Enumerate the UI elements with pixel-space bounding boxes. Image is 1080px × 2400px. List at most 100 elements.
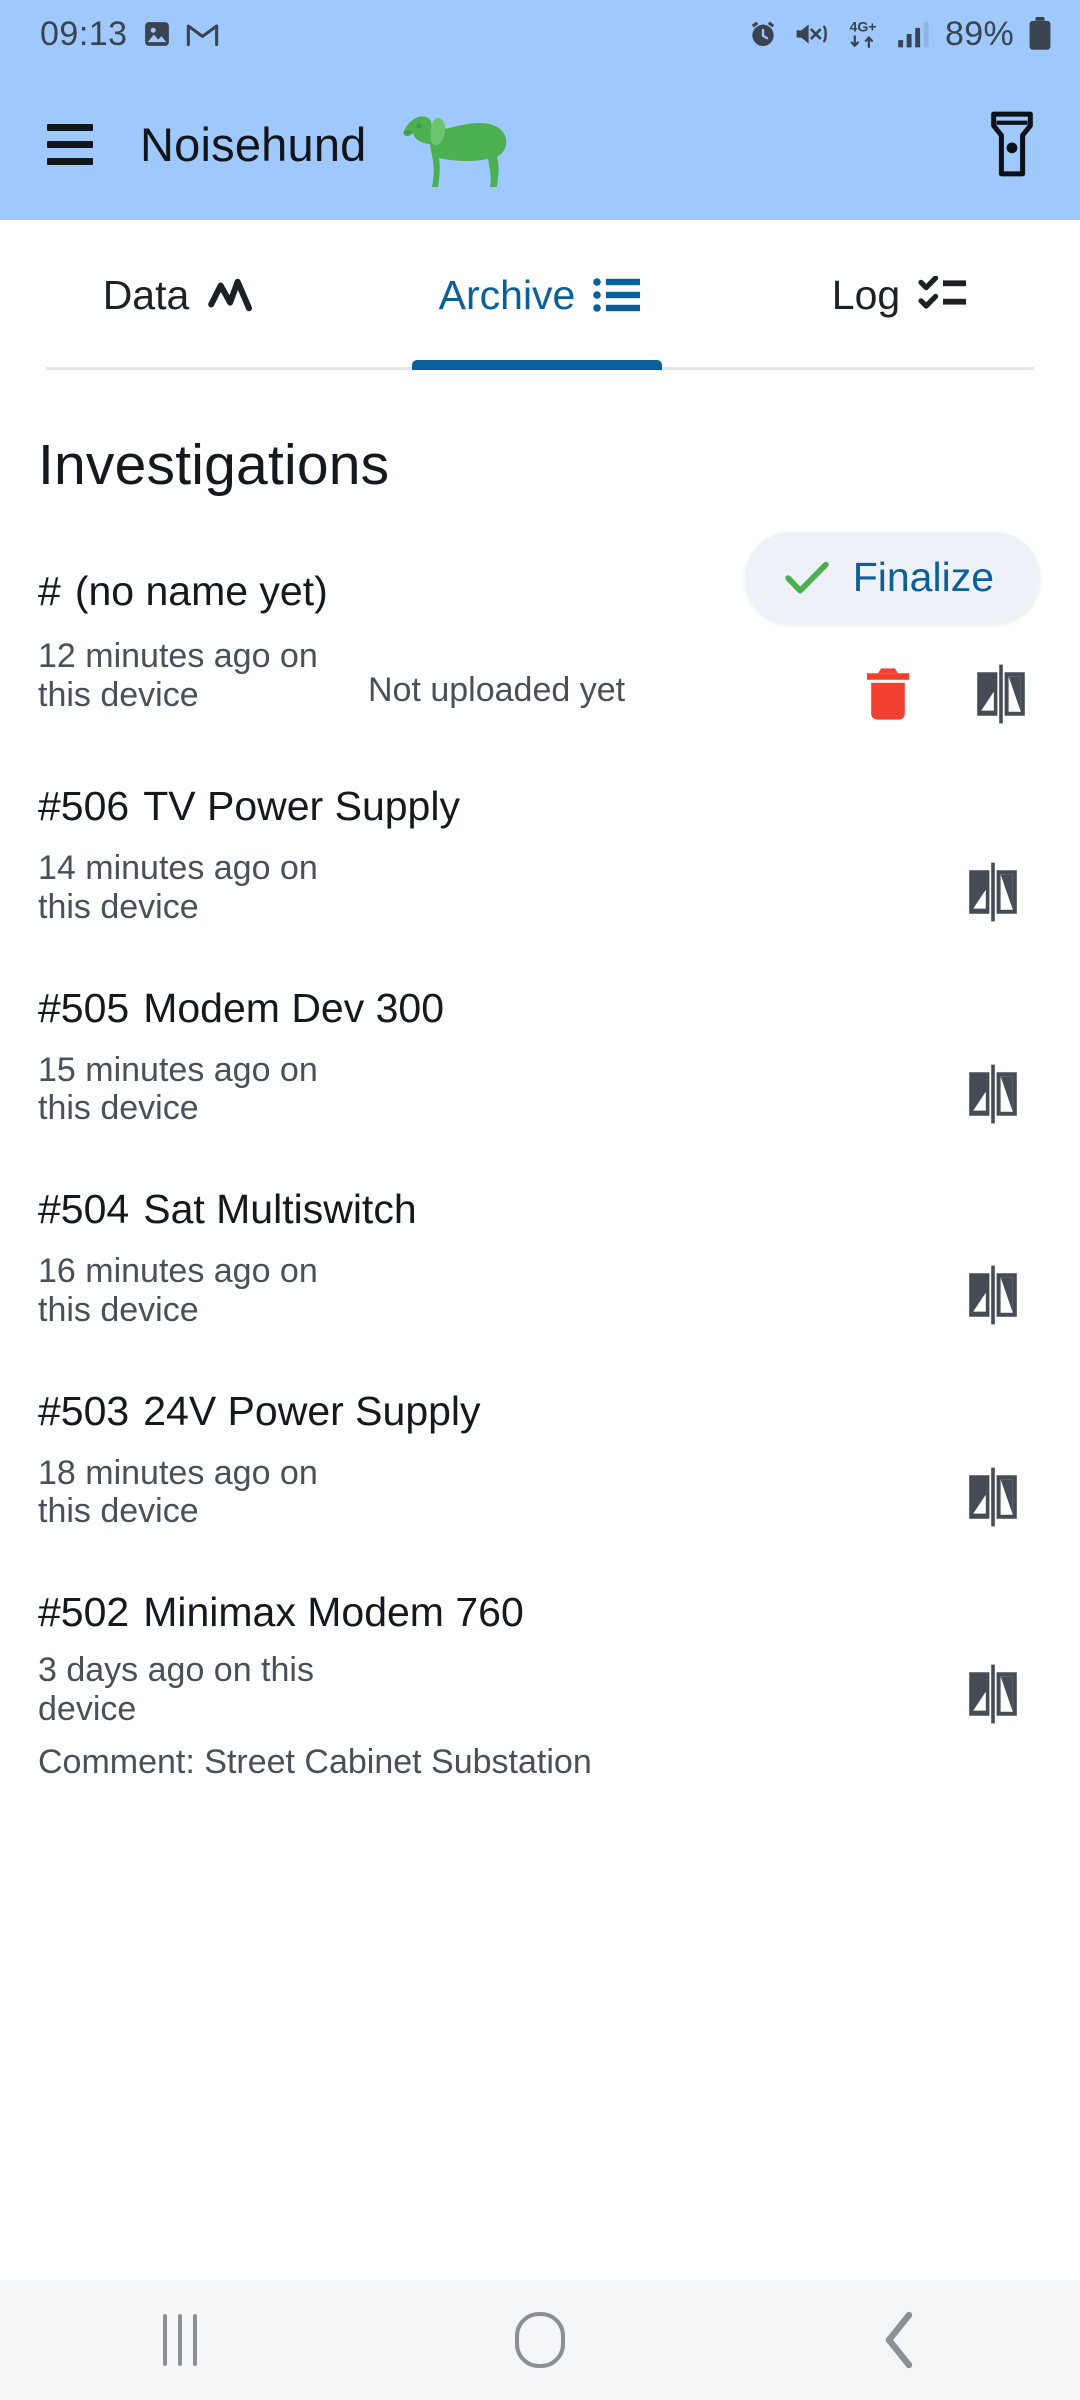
investigation-actions (966, 1651, 1042, 1725)
compare-button[interactable] (966, 1063, 1020, 1125)
investigation-time: 3 days ago on this device (38, 1651, 314, 1728)
investigation-time: 12 minutes ago on this device (38, 637, 318, 714)
compare-button[interactable] (966, 1264, 1020, 1326)
investigation-body: 16 minutes ago on this device (38, 1252, 1042, 1330)
compare-icon (969, 1064, 1017, 1123)
investigation-header: #506 TV Power Supply (38, 769, 1042, 835)
tab-archive[interactable]: Archive (360, 220, 720, 370)
photos-icon (144, 22, 169, 46)
compare-icon (977, 664, 1025, 724)
investigation-name: TV Power Supply (143, 783, 460, 829)
investigation-comment: Comment: Street Cabinet Substation (38, 1742, 592, 1781)
investigation-body: 12 minutes ago on this device Not upload… (38, 637, 1042, 725)
tab-bar: Data Archive Log (0, 220, 1080, 370)
investigation-header: #503 24V Power Supply (38, 1374, 1042, 1440)
investigation-body: 18 minutes ago on this device (38, 1454, 1042, 1532)
dachshund-logo (397, 101, 527, 187)
tab-data[interactable]: Data (0, 220, 360, 370)
investigation-actions (966, 1051, 1042, 1125)
status-bar: 09:13 4G+ 89% (0, 0, 1080, 68)
delete-button[interactable] (864, 666, 912, 722)
investigation-number: # (38, 568, 61, 614)
investigation-body: 3 days ago on this device (38, 1651, 1042, 1729)
flashlight-icon[interactable] (974, 106, 1050, 182)
investigation-name: (no name yet) (74, 568, 328, 614)
hamburger-menu-icon[interactable] (32, 106, 108, 182)
nav-back-button[interactable] (720, 2280, 1080, 2400)
phone-screen: 09:13 4G+ 89% Noisehund Data Archive Log… (0, 0, 1080, 2400)
compare-icon (969, 1467, 1017, 1526)
investigation-row[interactable]: #504 Sat Multiswitch 16 minutes ago on th… (38, 1128, 1042, 1330)
archive-content: Investigations # (no name yet) Finalize 1… (0, 370, 1080, 2280)
tab-log[interactable]: Log (720, 220, 1080, 370)
app-bar: Noisehund (0, 68, 1080, 220)
tab-active-indicator (412, 360, 662, 370)
investigation-name: Sat Multiswitch (143, 1186, 417, 1232)
investigation-number: #504 (38, 1186, 130, 1232)
investigation-time: 14 minutes ago on this device (38, 849, 318, 926)
recents-line (178, 2314, 182, 2366)
finalize-label: Finalize (852, 554, 994, 600)
gmail-icon (186, 24, 218, 47)
investigation-meta: 3 days ago on this device (38, 1651, 368, 1729)
home-icon (515, 2312, 565, 2368)
app-title: Noisehund (140, 117, 367, 171)
investigation-name: Minimax Modem 760 (143, 1589, 524, 1635)
investigation-header: # (no name yet) Finalize (38, 532, 1042, 623)
checklist-icon (918, 276, 967, 309)
investigation-title: #502 Minimax Modem 760 (38, 1575, 524, 1636)
investigation-name: Modem Dev 300 (143, 984, 445, 1031)
tab-archive-label: Archive (438, 271, 576, 318)
compare-button[interactable] (974, 663, 1028, 725)
investigation-body: 14 minutes ago on this device (38, 849, 1042, 927)
status-bar-left: 09:13 (40, 15, 219, 54)
investigation-meta: 15 minutes ago on this device (38, 1051, 368, 1129)
compare-icon (969, 1265, 1017, 1325)
investigation-number: #505 (38, 984, 130, 1031)
hamburger-line (47, 140, 93, 148)
mute-vibrate-icon (796, 24, 827, 44)
page-title: Investigations (38, 433, 390, 497)
line-chart-icon (208, 278, 253, 312)
investigation-meta: 12 minutes ago on this device (38, 637, 368, 715)
trash-icon (867, 668, 909, 720)
nav-home-button[interactable] (360, 2280, 720, 2400)
investigation-body: 15 minutes ago on this device (38, 1051, 1042, 1129)
investigation-time: 15 minutes ago on this device (38, 1050, 318, 1128)
nav-recents-button[interactable] (0, 2280, 360, 2400)
investigation-number: #503 (38, 1387, 130, 1434)
finalize-button[interactable]: Finalize (744, 532, 1040, 623)
hamburger-line (47, 157, 93, 165)
investigation-title: # (no name yet) (38, 554, 328, 615)
investigation-row[interactable]: #505 Modem Dev 300 15 minutes ago on this… (38, 927, 1042, 1129)
back-icon (885, 2311, 913, 2369)
investigation-actions (966, 849, 1042, 923)
recents-icon (163, 2314, 197, 2366)
investigation-meta: 16 minutes ago on this device (38, 1252, 368, 1330)
investigation-meta: 18 minutes ago on this device (38, 1454, 368, 1532)
investigation-title: #506 TV Power Supply (38, 769, 460, 830)
compare-button[interactable] (966, 861, 1020, 923)
battery-icon (1029, 17, 1051, 50)
investigation-row[interactable]: # (no name yet) Finalize 12 minutes ago o… (38, 510, 1042, 725)
investigation-title: #503 24V Power Supply (38, 1374, 481, 1435)
compare-icon (969, 862, 1017, 922)
investigation-meta: 14 minutes ago on this device (38, 849, 368, 927)
investigation-row[interactable]: #502 Minimax Modem 760 3 days ago on this… (38, 1531, 1042, 1782)
svg-text:4G+: 4G+ (850, 19, 877, 35)
list-icon (593, 278, 641, 312)
android-nav-bar (0, 2280, 1080, 2400)
investigation-actions (864, 637, 1042, 725)
compare-icon (969, 1664, 1017, 1724)
investigation-header: #505 Modem Dev 300 (38, 971, 1042, 1037)
compare-button[interactable] (966, 1466, 1020, 1528)
status-clock: 09:13 (40, 14, 128, 53)
tab-data-label: Data (102, 271, 190, 318)
compare-button[interactable] (966, 1663, 1020, 1725)
investigation-header: #502 Minimax Modem 760 (38, 1575, 1042, 1641)
investigation-upload-status: Not uploaded yet (368, 671, 626, 709)
investigation-row[interactable]: #503 24V Power Supply 18 minutes ago on t… (38, 1330, 1042, 1532)
investigation-actions (966, 1454, 1042, 1528)
recents-line (193, 2314, 197, 2366)
investigation-row[interactable]: #506 TV Power Supply 14 minutes ago on th… (38, 725, 1042, 927)
